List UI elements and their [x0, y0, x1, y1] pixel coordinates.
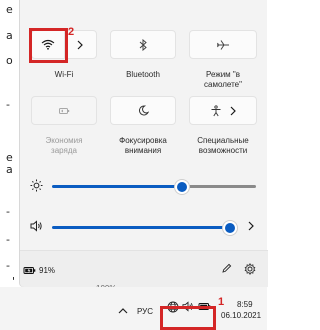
bluetooth-tile[interactable] — [110, 30, 176, 59]
annotation-label-1: 1 — [218, 296, 225, 308]
airplane-label-line: Режим "в — [206, 70, 240, 79]
battery-saver-label-line: заряда — [51, 146, 77, 155]
quick-settings-footer: 91% — [20, 250, 268, 287]
bg-fragment: а — [6, 29, 13, 42]
brightness-track-rest — [185, 185, 256, 188]
bg-fragment: - — [6, 98, 10, 111]
battery-saver-tile[interactable] — [31, 96, 97, 125]
bg-fragment: - — [6, 205, 10, 218]
bg-fragment: е — [6, 3, 13, 16]
wifi-label: Wi-Fi — [54, 70, 74, 79]
battery-saver-icon — [59, 107, 70, 114]
accessibility-icon — [211, 104, 221, 116]
airplane-label: Режим "в самолете" — [186, 70, 260, 90]
bg-fragment: о — [6, 54, 13, 67]
accessibility-tile[interactable] — [189, 96, 257, 125]
airplane-icon — [217, 39, 229, 50]
gear-icon[interactable] — [244, 263, 256, 275]
chevron-up-icon[interactable] — [118, 308, 128, 314]
volume-thumb[interactable] — [225, 222, 235, 233]
accessibility-label: Специальные возможности — [184, 136, 262, 156]
clock-time[interactable]: 8:59 — [237, 300, 253, 309]
battery-saver-label-line: Экономия — [45, 136, 83, 145]
clock-date[interactable]: 06.10.2021 — [221, 311, 261, 320]
taskbar: РУС 8:59 06.10.2021 — [0, 287, 267, 330]
sun-icon — [30, 179, 43, 192]
volume-slider-row — [20, 217, 268, 237]
focus-label-line: внимания — [124, 146, 162, 155]
annotation-box-tray — [160, 306, 216, 330]
chevron-right-icon — [77, 40, 84, 49]
speaker-icon — [30, 220, 42, 232]
battery-saver-label: Экономия заряда — [28, 136, 100, 156]
bg-fragment: а — [6, 163, 13, 176]
volume-track-fill — [52, 226, 234, 229]
focus-label: Фокусировка внимания — [104, 136, 182, 156]
brightness-slider-row — [20, 176, 268, 196]
battery-percentage: 91% — [39, 266, 56, 275]
bg-fragment: - — [6, 259, 10, 272]
accessibility-label-line: возможности — [198, 146, 248, 155]
moon-icon — [138, 105, 149, 116]
chevron-right-icon — [230, 106, 236, 115]
bluetooth-label: Bluetooth — [126, 70, 160, 79]
accessibility-label-line: Специальные — [197, 136, 249, 145]
focus-tile[interactable] — [110, 96, 176, 125]
annotation-label-2: 2 — [68, 26, 75, 38]
focus-label-line: Фокусировка — [119, 136, 167, 145]
pencil-icon[interactable] — [221, 263, 232, 274]
battery-charging-icon — [23, 267, 36, 274]
airplane-tile[interactable] — [189, 30, 257, 59]
bg-fragment: - — [6, 233, 10, 246]
brightness-thumb[interactable] — [177, 181, 187, 192]
language-indicator[interactable]: РУС — [137, 307, 153, 316]
airplane-label-line: самолете" — [204, 80, 242, 89]
annotation-box-wifi — [29, 28, 68, 63]
brightness-track-fill — [52, 185, 185, 188]
chevron-right-icon[interactable] — [248, 221, 254, 231]
bluetooth-icon — [139, 38, 147, 51]
